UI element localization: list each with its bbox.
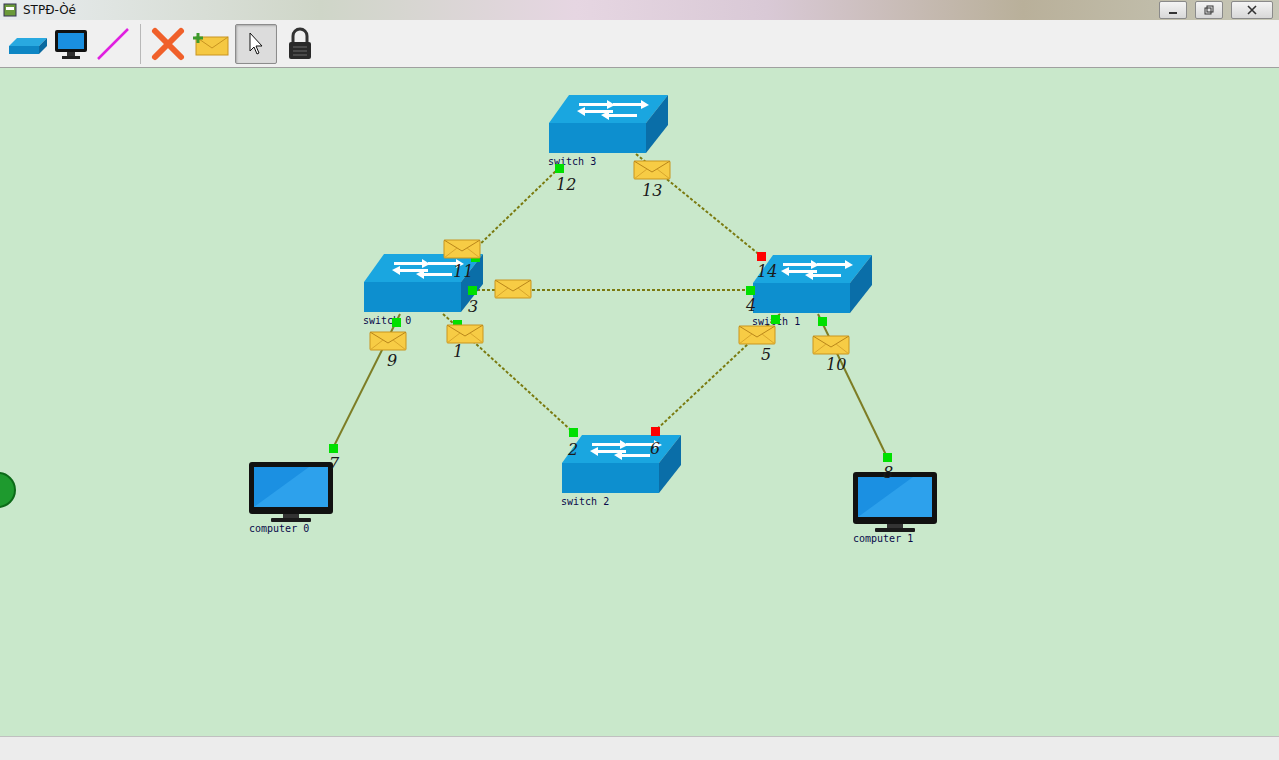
- node-label: switch 2: [561, 496, 609, 507]
- computer-icon: [54, 28, 88, 60]
- port-state-marker: [468, 286, 477, 295]
- port-state-marker: [651, 427, 660, 436]
- window-title: STPÐ-Òé: [23, 3, 76, 17]
- host-link[interactable]: [818, 314, 887, 457]
- port-number: 11: [453, 262, 473, 281]
- bpdu-message-icon[interactable]: [739, 326, 775, 344]
- topology-diagram: switch 3 switch 0 switch 1 switch 2 computer…: [0, 68, 1279, 736]
- bpdu-message-icon[interactable]: [444, 240, 480, 258]
- switch-tool-button[interactable]: [8, 24, 48, 64]
- close-icon: [1246, 5, 1258, 15]
- switch-link[interactable]: [443, 314, 573, 432]
- port[interactable]: 14: [757, 252, 777, 281]
- port[interactable]: 4: [745, 286, 756, 315]
- minimize-button[interactable]: [1159, 1, 1187, 19]
- switch-node[interactable]: switch 0: [363, 254, 483, 326]
- computer-node[interactable]: computer 0: [249, 462, 333, 534]
- port-number: 1: [453, 342, 463, 361]
- port-state-marker: [329, 444, 338, 453]
- bpdu-message-icon[interactable]: [813, 336, 849, 354]
- port[interactable]: 3: [468, 286, 478, 316]
- computer-node[interactable]: computer 1: [853, 472, 937, 544]
- toolbar: [0, 20, 1279, 68]
- toolbar-separator: [140, 24, 141, 64]
- switch-link[interactable]: [475, 168, 559, 249]
- node-label: computer 0: [249, 523, 309, 534]
- port-number: 12: [556, 175, 576, 194]
- status-bar: [0, 736, 1279, 760]
- message-tool-button[interactable]: [191, 24, 231, 64]
- port[interactable]: 6: [650, 427, 660, 458]
- port-number: 13: [642, 181, 662, 200]
- switch-node[interactable]: switch 3: [548, 95, 668, 167]
- port-state-marker: [757, 252, 766, 261]
- port-state-marker: [818, 317, 827, 326]
- restore-icon: [1203, 5, 1215, 15]
- delete-icon: [150, 26, 186, 62]
- port-number: 6: [650, 439, 660, 458]
- port-state-marker: [392, 318, 401, 327]
- switch-icon: [9, 32, 47, 56]
- port-state-marker: [746, 286, 755, 295]
- bpdu-message-icon[interactable]: [634, 161, 670, 179]
- switch-link[interactable]: [655, 314, 780, 431]
- port-number: 2: [567, 440, 578, 459]
- app-icon: [3, 3, 17, 17]
- port-number: 10: [826, 355, 846, 374]
- port-number: 9: [387, 351, 397, 370]
- minimize-icon: [1167, 5, 1179, 15]
- node-label: switch 0: [363, 315, 411, 326]
- close-button[interactable]: [1231, 1, 1273, 19]
- port-state-marker: [569, 428, 578, 437]
- computer-icon: [249, 462, 333, 522]
- link-tool-button[interactable]: [94, 24, 132, 64]
- side-handle-icon[interactable]: [0, 473, 15, 507]
- port[interactable]: 7: [329, 444, 340, 473]
- network-canvas[interactable]: switch 3 switch 0 switch 1 switch 2 computer…: [0, 68, 1279, 736]
- port[interactable]: 8: [883, 453, 893, 482]
- port-number: 3: [468, 297, 478, 316]
- port-state-marker: [555, 164, 564, 173]
- pointer-icon: [244, 29, 268, 59]
- restore-button[interactable]: [1195, 1, 1223, 19]
- port-state-marker: [883, 453, 892, 462]
- port-state-marker: [771, 315, 780, 324]
- port-number: 4: [745, 296, 756, 315]
- lock-tool-button[interactable]: [281, 24, 319, 64]
- title-bar: STPÐ-Òé: [0, 0, 1279, 20]
- lock-icon: [285, 26, 315, 62]
- link-icon: [95, 26, 131, 62]
- computer-tool-button[interactable]: [52, 24, 90, 64]
- node-label: switch 1: [752, 316, 800, 327]
- port[interactable]: 2: [567, 428, 578, 459]
- bpdu-message-icon[interactable]: [495, 280, 531, 298]
- node-label: computer 1: [853, 533, 913, 544]
- port-number: 8: [883, 463, 893, 482]
- add-message-icon: [192, 29, 230, 59]
- delete-tool-button[interactable]: [149, 24, 187, 64]
- port-number: 7: [329, 454, 340, 473]
- computer-icon: [853, 472, 937, 532]
- port-number: 14: [757, 262, 777, 281]
- switch-node[interactable]: switch 1: [752, 255, 872, 327]
- port[interactable]: 12: [555, 164, 576, 194]
- port-number: 5: [761, 345, 771, 364]
- switch-node[interactable]: switch 2: [561, 435, 681, 507]
- select-tool-button[interactable]: [235, 24, 277, 64]
- bpdu-message-icon[interactable]: [370, 332, 406, 350]
- bpdu-message-icon[interactable]: [447, 325, 483, 343]
- app-window: STPÐ-Òé switch 3 switch 0 switch 1 switch 2 c…: [0, 0, 1279, 760]
